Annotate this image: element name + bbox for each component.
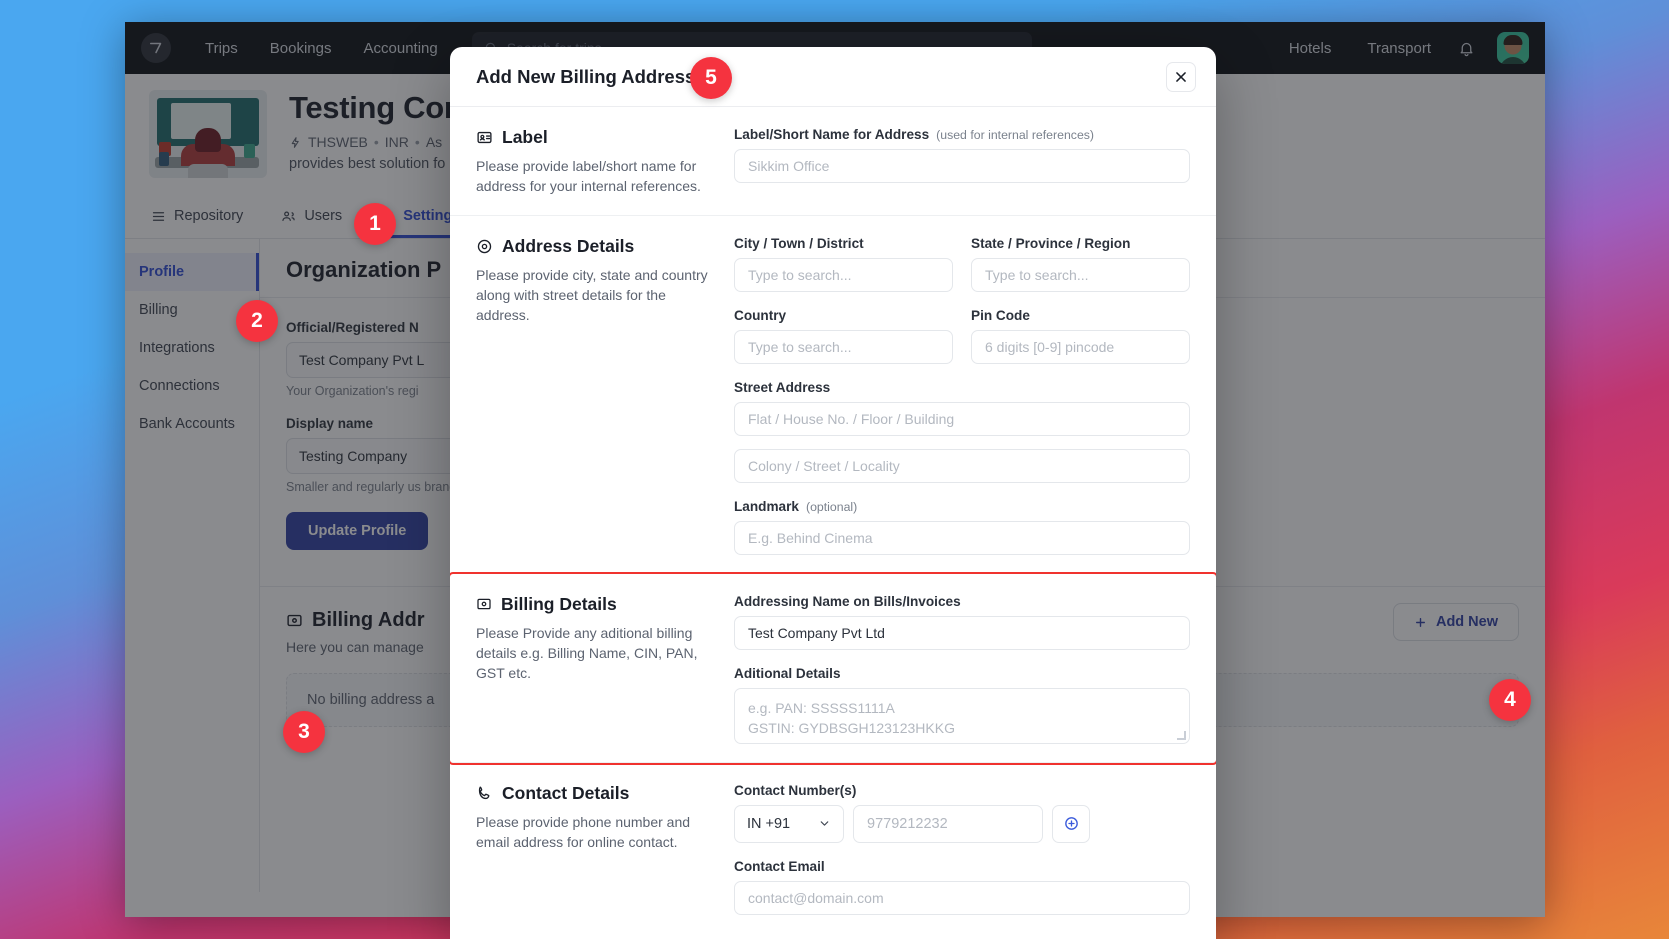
- city-label: City / Town / District: [734, 236, 953, 251]
- state-label: State / Province / Region: [971, 236, 1190, 251]
- heading-text: Billing Details: [501, 594, 617, 615]
- step-badge-2: 2: [236, 300, 278, 342]
- label-sub: (used for internal references): [936, 128, 1094, 142]
- section-contact-right: Contact Number(s) IN +91 9779212232: [734, 783, 1190, 915]
- chevron-down-icon: [818, 817, 831, 830]
- heading-text: Contact Details: [502, 783, 629, 804]
- address-row-city-state: City / Town / District Type to search...…: [734, 236, 1190, 292]
- section-billing-heading: Billing Details: [476, 594, 714, 615]
- landmark-input[interactable]: E.g. Behind Cinema: [734, 521, 1190, 555]
- state-input[interactable]: Type to search...: [971, 258, 1190, 292]
- section-label-heading: Label: [476, 127, 714, 148]
- country-code-value: IN +91: [747, 816, 790, 832]
- country-label: Country: [734, 308, 953, 323]
- field-pin: Pin Code 6 digits [0-9] pincode: [971, 308, 1190, 364]
- field-street: Street Address Flat / House No. / Floor …: [734, 380, 1190, 483]
- section-label-desc: Please provide label/short name for addr…: [476, 156, 714, 197]
- contact-number-label: Contact Number(s): [734, 783, 1190, 798]
- label-input[interactable]: Sikkim Office: [734, 149, 1190, 183]
- step-badge-4: 4: [1489, 679, 1531, 721]
- heading-text: Label: [502, 127, 548, 148]
- section-address-heading: Address Details: [476, 236, 714, 257]
- additional-ph-line1: e.g. PAN: SSSSS1111A: [748, 698, 1176, 718]
- additional-details-label: Aditional Details: [734, 666, 1190, 681]
- addressing-name-input[interactable]: Test Company Pvt Ltd: [734, 616, 1190, 650]
- add-billing-address-modal: Add New Billing Address Label P: [450, 47, 1216, 939]
- phone-icon: [476, 785, 493, 802]
- id-card-icon: [476, 129, 493, 146]
- close-icon[interactable]: [1166, 62, 1196, 92]
- field-country: Country Type to search...: [734, 308, 953, 364]
- landmark-sub: (optional): [806, 500, 857, 514]
- modal-body: Label Please provide label/short name fo…: [450, 107, 1216, 939]
- label-field-label: Label/Short Name for Address (used for i…: [734, 127, 1190, 142]
- map-pin-icon: [476, 238, 493, 255]
- modal-header: Add New Billing Address: [450, 47, 1216, 107]
- pin-input[interactable]: 6 digits [0-9] pincode: [971, 330, 1190, 364]
- section-billing-desc: Please Provide any aditional billing det…: [476, 623, 714, 684]
- section-contact-heading: Contact Details: [476, 783, 714, 804]
- country-input[interactable]: Type to search...: [734, 330, 953, 364]
- additional-details-textarea[interactable]: e.g. PAN: SSSSS1111A GSTIN: GYDBSGH12312…: [734, 688, 1190, 744]
- billing-card-icon: [476, 596, 492, 612]
- field-city: City / Town / District Type to search...: [734, 236, 953, 292]
- additional-ph-line2: GSTIN: GYDBSGH123123HKKG: [748, 718, 1176, 738]
- section-billing-right: Addressing Name on Bills/Invoices Test C…: [734, 594, 1190, 744]
- label-text: Label/Short Name for Address: [734, 127, 929, 142]
- phone-number-input[interactable]: 9779212232: [853, 805, 1043, 843]
- section-address-desc: Please provide city, state and country a…: [476, 265, 714, 326]
- contact-email-label: Contact Email: [734, 859, 1190, 874]
- contact-email-input[interactable]: contact@domain.com: [734, 881, 1190, 915]
- section-label: Label Please provide label/short name fo…: [450, 107, 1216, 216]
- landmark-text: Landmark: [734, 499, 799, 514]
- street-line1-input[interactable]: Flat / House No. / Floor / Building: [734, 402, 1190, 436]
- section-label-right: Label/Short Name for Address (used for i…: [734, 127, 1190, 197]
- section-address-right: City / Town / District Type to search...…: [734, 236, 1190, 555]
- section-contact-left: Contact Details Please provide phone num…: [476, 783, 714, 915]
- heading-text: Address Details: [502, 236, 634, 257]
- phone-row: IN +91 9779212232: [734, 805, 1190, 843]
- addressing-name-label: Addressing Name on Bills/Invoices: [734, 594, 1190, 609]
- city-input[interactable]: Type to search...: [734, 258, 953, 292]
- field-state: State / Province / Region Type to search…: [971, 236, 1190, 292]
- section-label-left: Label Please provide label/short name fo…: [476, 127, 714, 197]
- country-code-select[interactable]: IN +91: [734, 805, 844, 843]
- step-badge-3: 3: [283, 711, 325, 753]
- modal-title: Add New Billing Address: [476, 66, 695, 88]
- step-badge-1: 1: [354, 203, 396, 245]
- section-billing-left: Billing Details Please Provide any aditi…: [476, 594, 714, 744]
- field-landmark: Landmark (optional) E.g. Behind Cinema: [734, 499, 1190, 555]
- landmark-label: Landmark (optional): [734, 499, 1190, 514]
- section-contact-details: Contact Details Please provide phone num…: [450, 763, 1216, 933]
- section-contact-desc: Please provide phone number and email ad…: [476, 812, 714, 853]
- section-address-left: Address Details Please provide city, sta…: [476, 236, 714, 555]
- add-circle-icon[interactable]: [1052, 805, 1090, 843]
- street-label: Street Address: [734, 380, 1190, 395]
- step-badge-5: 5: [690, 57, 732, 99]
- pin-label: Pin Code: [971, 308, 1190, 323]
- address-row-country-pin: Country Type to search... Pin Code 6 dig…: [734, 308, 1190, 364]
- resize-grip-icon[interactable]: [1177, 731, 1186, 740]
- section-address: Address Details Please provide city, sta…: [450, 216, 1216, 574]
- street-line2-input[interactable]: Colony / Street / Locality: [734, 449, 1190, 483]
- section-billing-details: Billing Details Please Provide any aditi…: [450, 574, 1216, 763]
